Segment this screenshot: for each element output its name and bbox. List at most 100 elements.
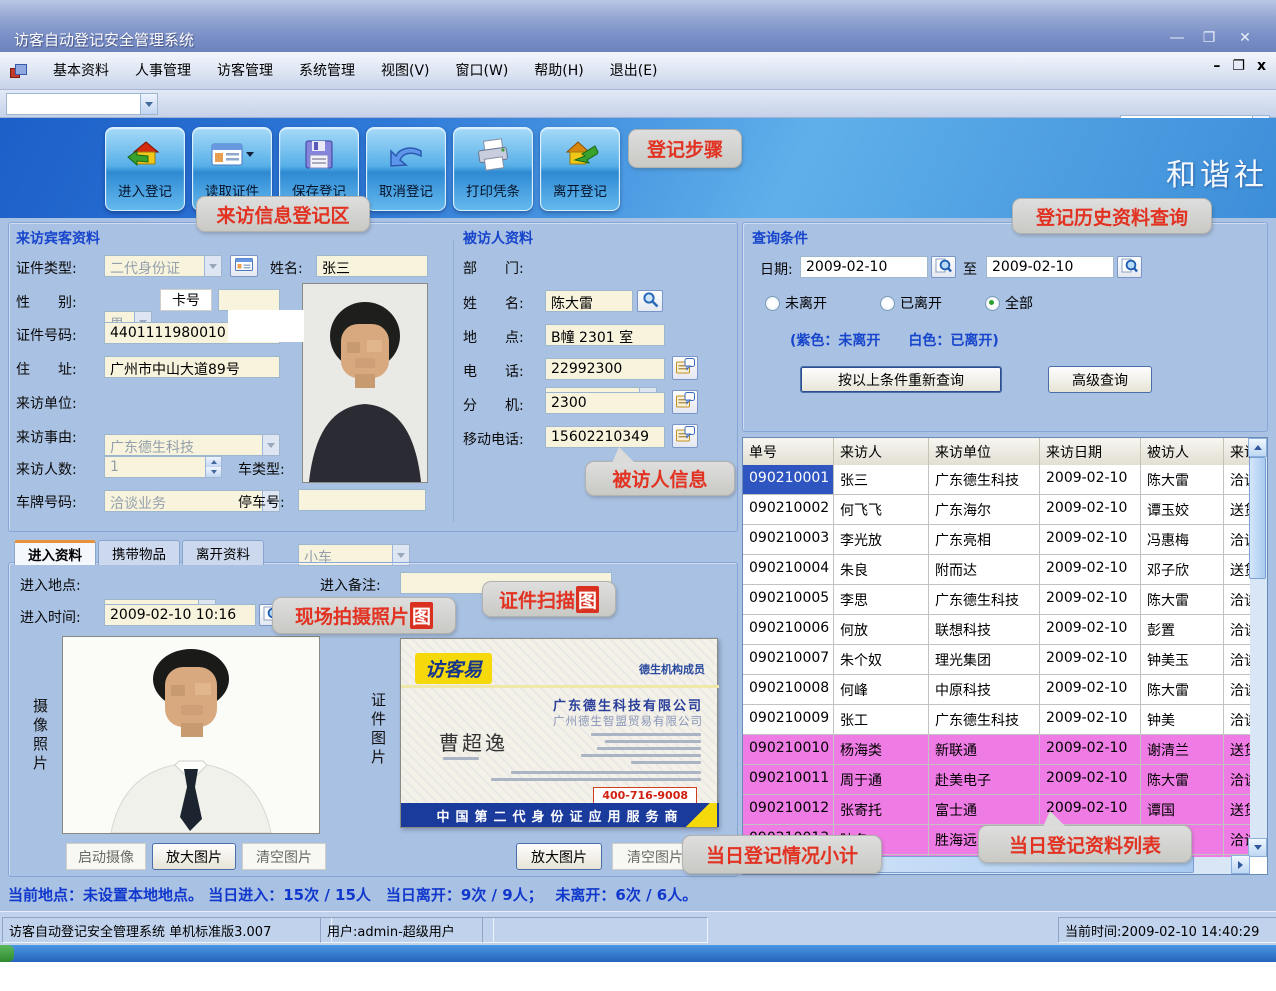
table-cell[interactable]: 洽谈业务	[1224, 465, 1250, 494]
date-to-field[interactable]: 2009-02-10	[986, 256, 1114, 278]
date-to-picker-button[interactable]	[1117, 256, 1142, 278]
table-cell[interactable]: 钟美玉	[1141, 645, 1224, 674]
notify-mobile-button[interactable]	[672, 424, 698, 448]
table-cell[interactable]: 联想科技	[929, 615, 1040, 644]
scroll-right-icon[interactable]	[1231, 855, 1250, 874]
table-cell[interactable]: 2009-02-10	[1040, 615, 1141, 644]
table-cell[interactable]: 理光集团	[929, 645, 1040, 674]
mdi-close-icon[interactable]: x	[1257, 58, 1266, 74]
close-icon[interactable]: ✕	[1232, 28, 1258, 48]
zoom-scan-button[interactable]: 放大图片	[516, 843, 602, 870]
table-cell[interactable]: 何飞飞	[834, 495, 929, 524]
mobile-field[interactable]: 15602210349	[545, 426, 665, 448]
chevron-down-icon[interactable]	[140, 94, 157, 114]
table-cell[interactable]: 洽谈业务	[1224, 705, 1250, 734]
tab-entry-info[interactable]: 进入资料	[14, 540, 96, 565]
table-row[interactable]: 090210003李光放广东亮相2009-02-10冯惠梅洽谈业务	[743, 525, 1250, 555]
table-cell[interactable]: 张三	[834, 465, 929, 494]
table-row[interactable]: 090210001张三广东德生科技2009-02-10陈大雷洽谈业务	[743, 465, 1250, 495]
table-cell[interactable]: 2009-02-10	[1040, 645, 1141, 674]
column-header[interactable]: 来访日期	[1040, 438, 1141, 465]
table-cell[interactable]: 洽谈业务	[1224, 585, 1250, 614]
start-camera-button[interactable]: 启动摄像	[66, 843, 146, 870]
table-cell[interactable]: 李思	[834, 585, 929, 614]
table-cell[interactable]: 陈大雷	[1141, 675, 1224, 704]
visited-name-field[interactable]: 陈大雷	[545, 290, 633, 312]
table-cell[interactable]: 富士通	[929, 795, 1040, 824]
table-cell[interactable]: 中原科技	[929, 675, 1040, 704]
menu-exit[interactable]: 退出(E)	[597, 53, 671, 89]
card-no-field[interactable]	[218, 289, 280, 311]
table-cell[interactable]: 090210007	[743, 645, 834, 674]
table-cell[interactable]: 洽谈业务	[1224, 615, 1250, 644]
table-row[interactable]: 090210012张寄托富士通2009-02-10谭国送货	[743, 795, 1250, 825]
table-cell[interactable]: 何峰	[834, 675, 929, 704]
menu-visitor[interactable]: 访客管理	[204, 53, 286, 89]
zoom-photo-button[interactable]: 放大图片	[152, 843, 236, 870]
table-row[interactable]: 090210009张工广东德生科技2009-02-10钟美洽谈业务	[743, 705, 1250, 735]
table-cell[interactable]: 赴美电子	[929, 765, 1040, 794]
menu-help[interactable]: 帮助(H)	[521, 53, 596, 89]
table-cell[interactable]: 李光放	[834, 525, 929, 554]
table-cell[interactable]: 090210011	[743, 765, 834, 794]
radio-not-left[interactable]: 未离开	[765, 293, 827, 313]
table-cell[interactable]: 附而达	[929, 555, 1040, 584]
column-header[interactable]: 被访人	[1141, 438, 1224, 465]
requery-button[interactable]: 按以上条件重新查询	[800, 366, 1002, 393]
table-cell[interactable]: 张工	[834, 705, 929, 734]
table-cell[interactable]: 090210002	[743, 495, 834, 524]
column-header[interactable]: 来访单位	[929, 438, 1040, 465]
table-cell[interactable]: 广东亮相	[929, 525, 1040, 554]
table-cell[interactable]: 090210009	[743, 705, 834, 734]
table-cell[interactable]: 朱个奴	[834, 645, 929, 674]
table-cell[interactable]: 2009-02-10	[1040, 765, 1141, 794]
menu-window[interactable]: 窗口(W)	[443, 53, 522, 89]
column-header[interactable]: 单号	[743, 438, 834, 465]
radio-left[interactable]: 已离开	[880, 293, 942, 313]
table-cell[interactable]: 洽谈业务	[1224, 675, 1250, 704]
table-cell[interactable]: 陈大雷	[1141, 585, 1224, 614]
table-cell[interactable]: 冯惠梅	[1141, 525, 1224, 554]
mdi-minimize-icon[interactable]: –	[1213, 58, 1220, 74]
enter-register-button[interactable]: 进入登记	[105, 127, 185, 211]
table-cell[interactable]: 090210004	[743, 555, 834, 584]
table-cell[interactable]: 杨海类	[834, 735, 929, 764]
table-cell[interactable]: 送货	[1224, 795, 1250, 824]
table-cell[interactable]: 090210006	[743, 615, 834, 644]
table-row[interactable]: 090210004朱良附而达2009-02-10邓子欣送货	[743, 555, 1250, 585]
table-cell[interactable]: 090210001	[743, 465, 834, 494]
table-cell[interactable]: 2009-02-10	[1040, 495, 1141, 524]
table-cell[interactable]: 2009-02-10	[1040, 555, 1141, 584]
id-type-combo[interactable]: 二代身份证	[104, 255, 222, 277]
menu-basic-data[interactable]: 基本资料	[40, 53, 122, 89]
table-cell[interactable]: 邓子欣	[1141, 555, 1224, 584]
table-cell[interactable]: 新联通	[929, 735, 1040, 764]
table-cell[interactable]: 洽谈业务	[1224, 825, 1250, 854]
table-cell[interactable]: 090210005	[743, 585, 834, 614]
entry-time-field[interactable]: 2009-02-10 10:16	[104, 604, 256, 626]
minimize-icon[interactable]: ―	[1164, 28, 1190, 48]
table-cell[interactable]: 送货	[1224, 555, 1250, 584]
scroll-down-icon[interactable]	[1248, 838, 1267, 857]
address-field[interactable]: 广州市中山大道89号	[104, 356, 280, 378]
table-cell[interactable]: 广东德生科技	[929, 705, 1040, 734]
visit-company-combo[interactable]: 广东德生科技	[104, 434, 280, 456]
mdi-restore-icon[interactable]: ❐	[1232, 58, 1245, 74]
date-from-picker-button[interactable]	[931, 256, 956, 278]
search-person-button[interactable]	[637, 290, 663, 312]
table-cell[interactable]: 洽谈业务	[1224, 645, 1250, 674]
date-from-field[interactable]: 2009-02-10	[800, 256, 928, 278]
table-cell[interactable]: 广东德生科技	[929, 585, 1040, 614]
menu-view[interactable]: 视图(V)	[368, 53, 443, 89]
advanced-query-button[interactable]: 高级查询	[1048, 366, 1152, 393]
table-cell[interactable]: 谭玉姣	[1141, 495, 1224, 524]
table-cell[interactable]: 2009-02-10	[1040, 675, 1141, 704]
table-row[interactable]: 090210006何放联想科技2009-02-10彭置洽谈业务	[743, 615, 1250, 645]
table-cell[interactable]: 谭国	[1141, 795, 1224, 824]
table-row[interactable]: 090210011周于通赴美电子2009-02-10陈大雷洽谈业务	[743, 765, 1250, 795]
table-cell[interactable]: 彭置	[1141, 615, 1224, 644]
table-cell[interactable]: 2009-02-10	[1040, 525, 1141, 554]
parking-field[interactable]	[298, 489, 426, 511]
table-cell[interactable]: 谢清兰	[1141, 735, 1224, 764]
notify-phone-button[interactable]	[672, 356, 698, 380]
